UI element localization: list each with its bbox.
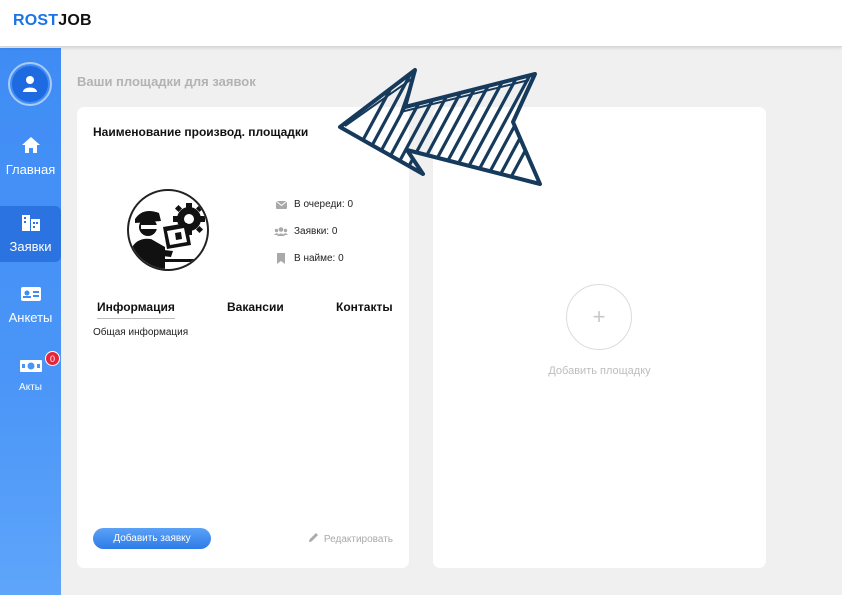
id-card-icon	[20, 286, 42, 307]
envelope-icon	[274, 200, 288, 209]
site-card-title: Наименование производ. площадки	[93, 125, 309, 139]
plus-icon: +	[592, 304, 606, 329]
site-stats: В очереди: 0 Заявки: 0 В найме: 0	[274, 191, 353, 272]
stat-queue: В очереди: 0	[274, 191, 353, 218]
add-site-button[interactable]: +	[566, 284, 632, 350]
add-request-button[interactable]: Добавить заявку	[93, 528, 211, 549]
site-tabs: Информация Вакансии Контакты	[93, 300, 393, 320]
top-bar: ROSTJOB	[0, 0, 842, 47]
page-title: Ваши площадки для заявок	[77, 74, 256, 89]
avatar[interactable]	[8, 62, 52, 106]
pencil-icon	[308, 532, 319, 546]
money-icon	[19, 358, 43, 379]
logo-part-1: ROST	[13, 12, 59, 29]
tab-information[interactable]: Информация	[97, 300, 175, 319]
arrow-annotation-icon	[338, 68, 542, 186]
tab-contacts[interactable]: Контакты	[336, 300, 393, 314]
acts-badge: 0	[45, 351, 60, 366]
sidebar-item-acts[interactable]: 0 Акты	[0, 351, 61, 398]
sidebar-item-label: Заявки	[9, 239, 52, 254]
users-icon	[274, 227, 288, 236]
sidebar-item-label: Анкеты	[8, 310, 53, 325]
bookmark-icon	[274, 253, 288, 264]
logo-part-2: JOB	[58, 12, 92, 29]
stat-queue-label: В очереди: 0	[294, 199, 354, 210]
home-icon	[21, 136, 41, 159]
add-site-label: Добавить площадку	[548, 365, 651, 377]
sidebar-item-home[interactable]: Главная	[0, 136, 61, 186]
stat-requests: Заявки: 0	[274, 218, 353, 245]
user-icon	[12, 66, 48, 102]
sidebar-item-label: Акты	[19, 382, 42, 393]
edit-link[interactable]: Редактировать	[308, 532, 393, 546]
stat-hired: В найме: 0	[274, 245, 353, 272]
building-icon	[20, 213, 42, 236]
worker-illustration	[127, 189, 209, 271]
stat-requests-label: Заявки: 0	[294, 226, 338, 237]
sidebar-item-requests[interactable]: Заявки	[0, 206, 61, 262]
tab-content-general: Общая информация	[93, 327, 189, 338]
sidebar-item-forms[interactable]: Анкеты	[0, 286, 61, 336]
stat-hired-label: В найме: 0	[294, 253, 344, 264]
logo[interactable]: ROSTJOB	[13, 12, 92, 30]
tab-vacancies[interactable]: Вакансии	[227, 300, 284, 314]
edit-label: Редактировать	[323, 533, 393, 545]
sidebar-item-label: Главная	[5, 162, 56, 177]
sidebar: Главная Заявки Анкеты 0 Акты	[0, 48, 61, 595]
